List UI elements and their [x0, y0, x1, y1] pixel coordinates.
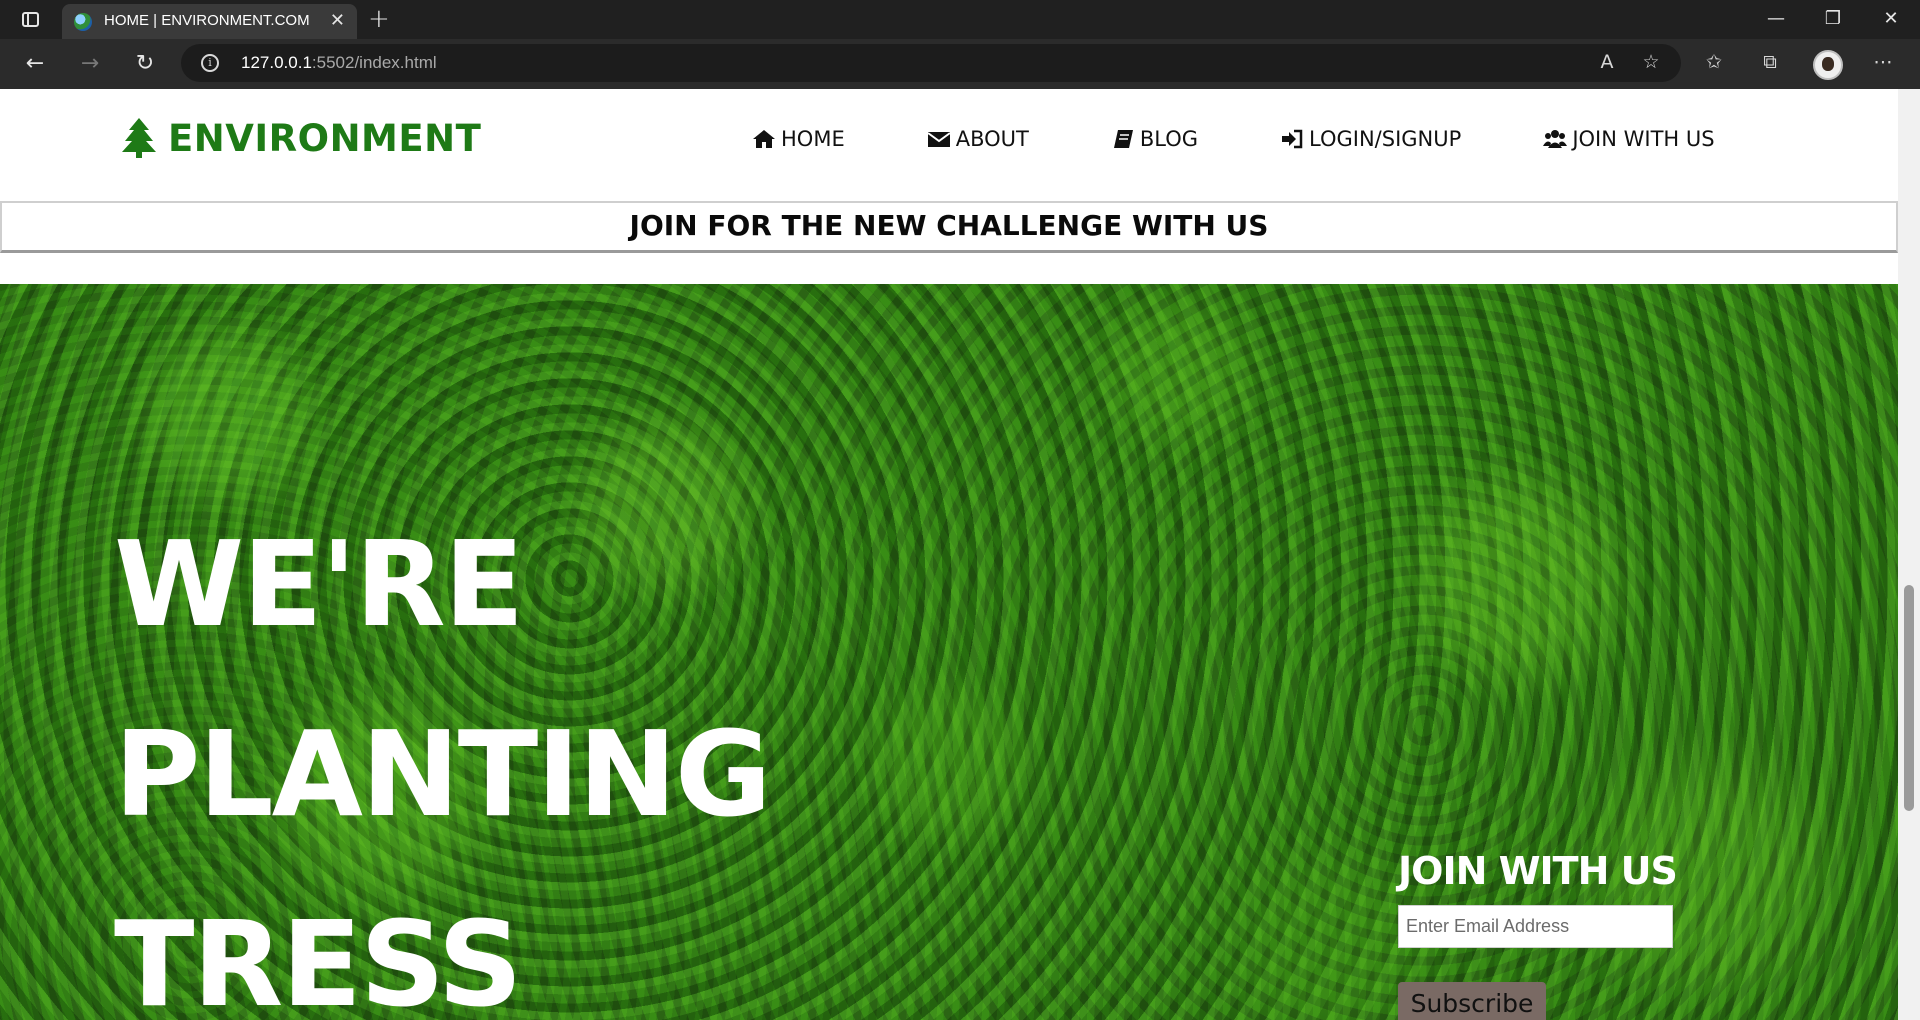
add-favorite-icon[interactable]: ☆: [1636, 51, 1666, 73]
collections-icon[interactable]: ⧉: [1755, 51, 1785, 73]
hero-line-1: WE'RE: [114, 515, 524, 653]
subscribe-button[interactable]: Subscribe: [1398, 982, 1546, 1020]
nav-about-label: ABOUT: [955, 127, 1029, 151]
join-heading: JOIN WITH US: [1398, 849, 1678, 893]
hero-headline: WE'RE PLANTING TRESS: [114, 489, 1014, 1020]
nav-home[interactable]: HOME: [752, 127, 845, 151]
nav-join-with-us[interactable]: JOIN WITH US: [1543, 127, 1715, 151]
site-info-icon[interactable]: i: [201, 54, 219, 72]
restore-button[interactable]: ❐: [1813, 8, 1853, 29]
tab-close-icon[interactable]: ✕: [330, 10, 345, 31]
more-menu-icon[interactable]: ⋯: [1868, 51, 1898, 73]
browser-tab-active[interactable]: HOME | ENVIRONMENT.COM ✕: [62, 4, 357, 39]
users-icon: [1543, 128, 1568, 150]
nav-blog-label: BLOG: [1139, 127, 1199, 151]
profile-avatar[interactable]: [1813, 50, 1843, 80]
tab-title: HOME | ENVIRONMENT.COM: [104, 12, 310, 29]
url-text: 127.0.0.1:5502/index.html: [241, 53, 437, 73]
sign-in-icon: [1280, 128, 1304, 150]
refresh-icon[interactable]: ↻: [128, 48, 162, 80]
site-header: ENVIRONMENT HOME ABOUT BLOG LOGIN/SIGNUP…: [0, 89, 1898, 201]
window-close-button[interactable]: ✕: [1871, 8, 1911, 29]
tree-icon: [122, 118, 156, 158]
address-toolbar: ← → ↻ i 127.0.0.1:5502/index.html A ☆ ✩ …: [0, 39, 1920, 89]
minimize-button[interactable]: —: [1756, 8, 1796, 29]
hero-line-2: PLANTING: [114, 705, 772, 843]
url-path: :5502/index.html: [311, 53, 437, 72]
challenge-banner: JOIN FOR THE NEW CHALLENGE WITH US: [0, 201, 1898, 253]
email-input[interactable]: [1398, 905, 1673, 948]
browser-tab-bar: HOME | ENVIRONMENT.COM ✕ + — ❐ ✕: [0, 0, 1920, 39]
newsletter-form: JOIN WITH US Subscribe: [1398, 849, 1698, 1020]
book-icon: [1111, 128, 1135, 150]
home-icon: [752, 128, 776, 150]
nav-about[interactable]: ABOUT: [927, 127, 1029, 151]
favorites-icon[interactable]: ✩: [1699, 51, 1729, 73]
nav-blog[interactable]: BLOG: [1111, 127, 1198, 151]
nav-login-label: LOGIN/SIGNUP: [1309, 127, 1462, 151]
site-logo[interactable]: ENVIRONMENT: [122, 113, 481, 163]
back-arrow-icon[interactable]: ←: [18, 48, 52, 80]
forward-arrow-icon[interactable]: →: [73, 48, 107, 80]
tab-actions-icon[interactable]: [14, 9, 46, 31]
url-host: 127.0.0.1: [241, 53, 312, 72]
hero-section: WE'RE PLANTING TRESS JOIN WITH US Subscr…: [0, 284, 1898, 1020]
globe-favicon-icon: [74, 13, 92, 31]
envelope-icon: [927, 128, 951, 150]
page-scrollbar[interactable]: [1898, 89, 1920, 1020]
brand-name: ENVIRONMENT: [168, 116, 482, 160]
nav-home-label: HOME: [781, 127, 845, 151]
address-bar[interactable]: i 127.0.0.1:5502/index.html: [181, 44, 1681, 82]
new-tab-button[interactable]: +: [368, 4, 390, 34]
challenge-banner-text: JOIN FOR THE NEW CHALLENGE WITH US: [629, 209, 1269, 242]
read-aloud-icon[interactable]: A: [1592, 51, 1622, 73]
scrollbar-thumb[interactable]: [1904, 585, 1914, 811]
main-nav: HOME ABOUT BLOG LOGIN/SIGNUP JOIN WITH U…: [752, 119, 1715, 159]
page-viewport: ENVIRONMENT HOME ABOUT BLOG LOGIN/SIGNUP…: [0, 89, 1898, 1020]
nav-join-label: JOIN WITH US: [1572, 127, 1715, 151]
hero-line-3: TRESS: [114, 895, 523, 1020]
nav-login-signup[interactable]: LOGIN/SIGNUP: [1280, 127, 1461, 151]
